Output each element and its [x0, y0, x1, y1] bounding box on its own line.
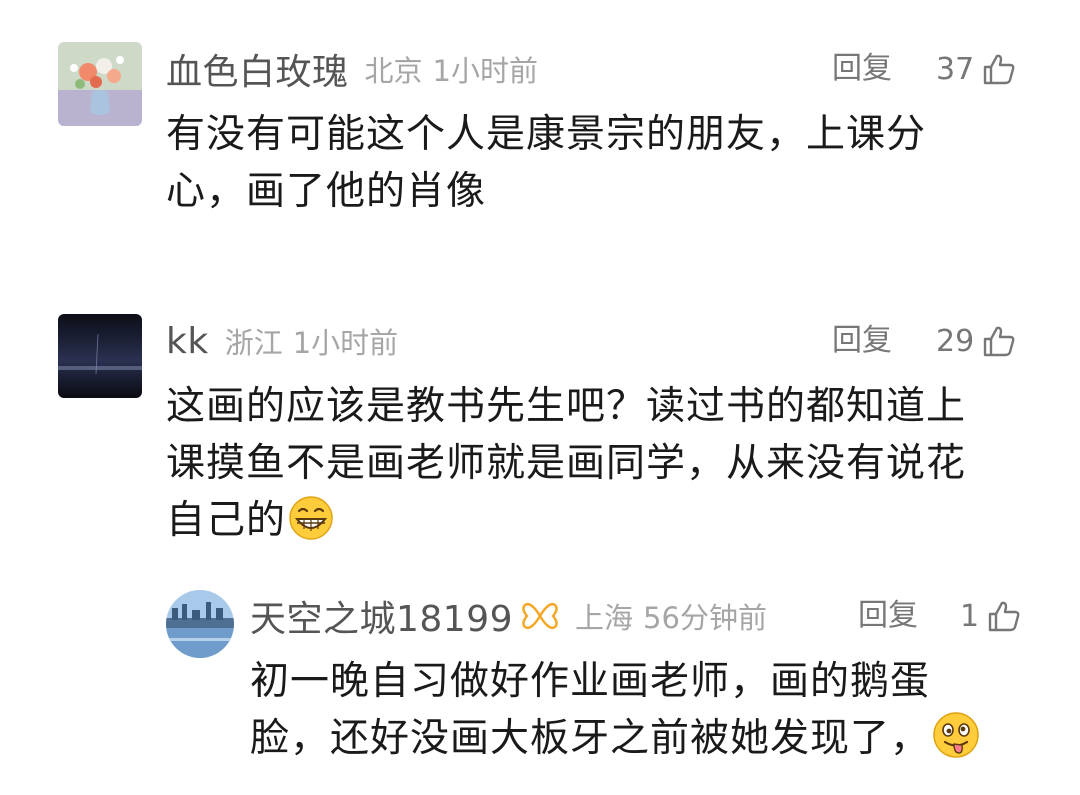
location-label: 北京 [364, 54, 423, 88]
comment-text-segment: 自己的 [166, 498, 287, 543]
like-count: 29 [936, 323, 975, 359]
username[interactable]: 血色白玫瑰 [166, 43, 349, 95]
comment-meta: kk 浙江 1小时前 [166, 316, 398, 366]
reply-button[interactable]: 回复 [858, 591, 918, 641]
butterfly-badge-icon [521, 599, 559, 633]
like-button[interactable]: 1 [960, 591, 1021, 641]
comment-text-line: 自己的 [166, 492, 966, 557]
timestamp: 1小时前 [292, 326, 399, 360]
user-avatar[interactable] [58, 42, 142, 126]
grin-emoji-icon [288, 495, 334, 557]
user-avatar[interactable] [58, 314, 142, 398]
location-label: 上海 [575, 601, 634, 635]
comment-meta: 血色白玫瑰 北京 1小时前 [166, 44, 538, 94]
comment-text: 有没有可能这个人是康景宗的朋友，上课分 心，画了他的肖像 [166, 106, 926, 220]
reply-button[interactable]: 回复 [832, 316, 892, 366]
user-avatar[interactable] [166, 590, 234, 658]
city-sky-avatar-icon [166, 590, 234, 658]
reply-meta: 天空之城18199 上海 56分钟前 [250, 591, 767, 641]
tongue-out-emoji-icon [932, 711, 980, 775]
username[interactable]: 天空之城18199 [250, 590, 513, 642]
timestamp: 1小时前 [432, 54, 538, 88]
reply-text-line: 脸，还好没画大板牙之前被她发现了， [250, 710, 980, 775]
reply-button[interactable]: 回复 [832, 44, 892, 94]
comment-text-line: 心，画了他的肖像 [166, 169, 487, 214]
like-count: 1 [960, 598, 980, 634]
reply-text-segment: 脸，还好没画大板牙之前被她发现了， [250, 716, 931, 761]
comment-text-line: 课摸鱼不是画老师就是画同学，从来没有说花 [166, 441, 967, 486]
like-button[interactable]: 29 [936, 316, 1016, 366]
comment-text-line: 有没有可能这个人是康景宗的朋友，上课分 [166, 112, 927, 157]
thumbs-up-icon [988, 601, 1020, 632]
comment-text-line: 这画的应该是教书先生吧？读过书的都知道上 [166, 384, 967, 429]
timestamp: 56分钟前 [643, 601, 767, 635]
comment-text: 这画的应该是教书先生吧？读过书的都知道上 课摸鱼不是画老师就是画同学，从来没有说… [166, 378, 966, 557]
thumbs-up-icon [983, 54, 1015, 85]
username[interactable]: kk [166, 321, 209, 362]
reply-text: 初一晚自习做好作业画老师，画的鹅蛋 脸，还好没画大板牙之前被她发现了， [250, 653, 980, 775]
location-label: 浙江 [224, 326, 283, 360]
reply-text-line: 初一晚自习做好作业画老师，画的鹅蛋 [250, 659, 931, 704]
like-count: 37 [936, 51, 975, 87]
thumbs-up-icon [983, 326, 1015, 357]
flower-vase-avatar-icon [58, 42, 142, 126]
dark-sky-avatar-icon [58, 314, 142, 398]
like-button[interactable]: 37 [936, 44, 1016, 94]
